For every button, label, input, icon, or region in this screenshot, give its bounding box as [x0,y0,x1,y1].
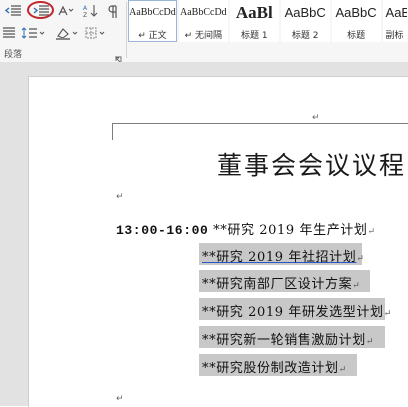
agenda-item-text: **研究南部厂区设计方案↵ [199,270,360,292]
ribbon-separator [126,2,127,58]
style-title[interactable]: AaBbC 标题 [331,0,381,42]
style-preview: AaBl [235,3,273,22]
agenda-item-text: **研究新一轮销售激励计划↵ [199,326,374,348]
shading-icon[interactable] [54,24,80,42]
chinese-layout-icon[interactable] [56,2,76,20]
agenda-item-text: **研究股份制改造计划↵ [199,354,347,376]
agenda-item-text: **研究 2019 年研发选型计划↵ [199,298,392,320]
agenda-item-text-inner: **研究股份制改造计划 [202,361,339,376]
style-normal[interactable]: AaBbCcDd ↵ 正文 [128,0,177,42]
style-preview: AaBbCcDd [129,7,176,18]
paragraph-mark: ↵ [356,254,365,264]
agenda-item-text-inner: **研究新一轮销售激励计划 [202,333,366,348]
line-spacing-icon[interactable] [20,24,46,42]
ribbon: AZ 段落 AaBbCcDd ↵ 正文 AaBbCcDd ↵ 无间隔 AaBl … [0,0,408,64]
dialog-launcher-icon[interactable] [114,49,122,64]
agenda-item-text-inner: **研究 2019 年社招计划 [202,250,357,265]
crop-mark [112,123,408,124]
paragraph-mark: ↵ [312,113,320,123]
style-name: ↵ 正文 [138,31,167,41]
decrease-indent-icon[interactable] [2,2,24,20]
agenda-item-text: **研究 2019 年生产计划 [213,223,368,238]
selected-agenda-line[interactable]: **研究南部厂区设计方案↵ [199,270,370,292]
style-heading-2[interactable]: AaBbC 标题 2 [280,0,330,42]
styles-gallery: AaBbCcDd ↵ 正文 AaBbCcDd ↵ 无间隔 AaBl 标题 1 A… [128,0,408,44]
style-no-spacing[interactable]: AaBbCcDd ↵ 无间隔 [178,0,228,42]
agenda-item-text: **研究 2019 年社招计划↵ [199,243,365,265]
style-name: 标题 2 [291,31,319,41]
style-preview: AaBbC [335,5,377,20]
style-heading-1[interactable]: AaBl 标题 1 [229,0,279,42]
style-preview: AaBbC [385,5,407,20]
paragraph-mark: ↵ [338,365,347,375]
style-subtitle[interactable]: AaBbC 副标 [382,0,408,42]
borders-icon[interactable] [84,24,110,42]
style-name: 标题 [347,31,366,41]
paragraph-group-label: 段落 [4,50,23,60]
style-preview: AaBbC [284,5,326,20]
selected-agenda-line[interactable]: **研究股份制改造计划↵ [199,354,357,376]
agenda-line[interactable]: 13:00-16:00 **研究 2019 年生产计划↵ [116,219,376,238]
agenda-item-text-inner: **研究 2019 年研发选型计划 [202,305,384,320]
selected-agenda-line[interactable]: **研究 2019 年社招计划↵ [199,243,365,265]
paragraph-mark: ↵ [383,309,392,319]
selected-agenda-line[interactable]: **研究 2019 年研发选型计划↵ [199,298,391,320]
style-name: ↵ 无间隔 [184,31,223,41]
highlight-circle-annotation [27,1,54,19]
agenda-time: 13:00-16:00 [116,223,209,238]
style-name: 副标 [385,31,404,41]
selected-agenda-line[interactable]: **研究新一轮销售激励计划↵ [199,326,385,348]
svg-text:A: A [83,5,88,12]
paragraph-mark: ↵ [365,337,374,347]
document-title[interactable]: 董事会会议议程 [217,146,406,182]
sort-icon[interactable]: AZ [82,2,100,20]
style-preview: AaBbCcDd [180,7,227,18]
paragraph-mark: ↵ [116,394,124,404]
style-name: 标题 1 [240,31,268,41]
paragraph-mark: ↵ [352,281,361,291]
paragraph-mark-icon[interactable] [104,2,122,20]
svg-text:Z: Z [83,12,87,18]
agenda-item-text-inner: **研究南部厂区设计方案 [202,277,353,292]
paragraph-mark: ↵ [116,192,124,202]
distributed-align-icon[interactable] [2,24,16,42]
paragraph-mark: ↵ [367,227,376,237]
crop-mark [112,123,113,140]
